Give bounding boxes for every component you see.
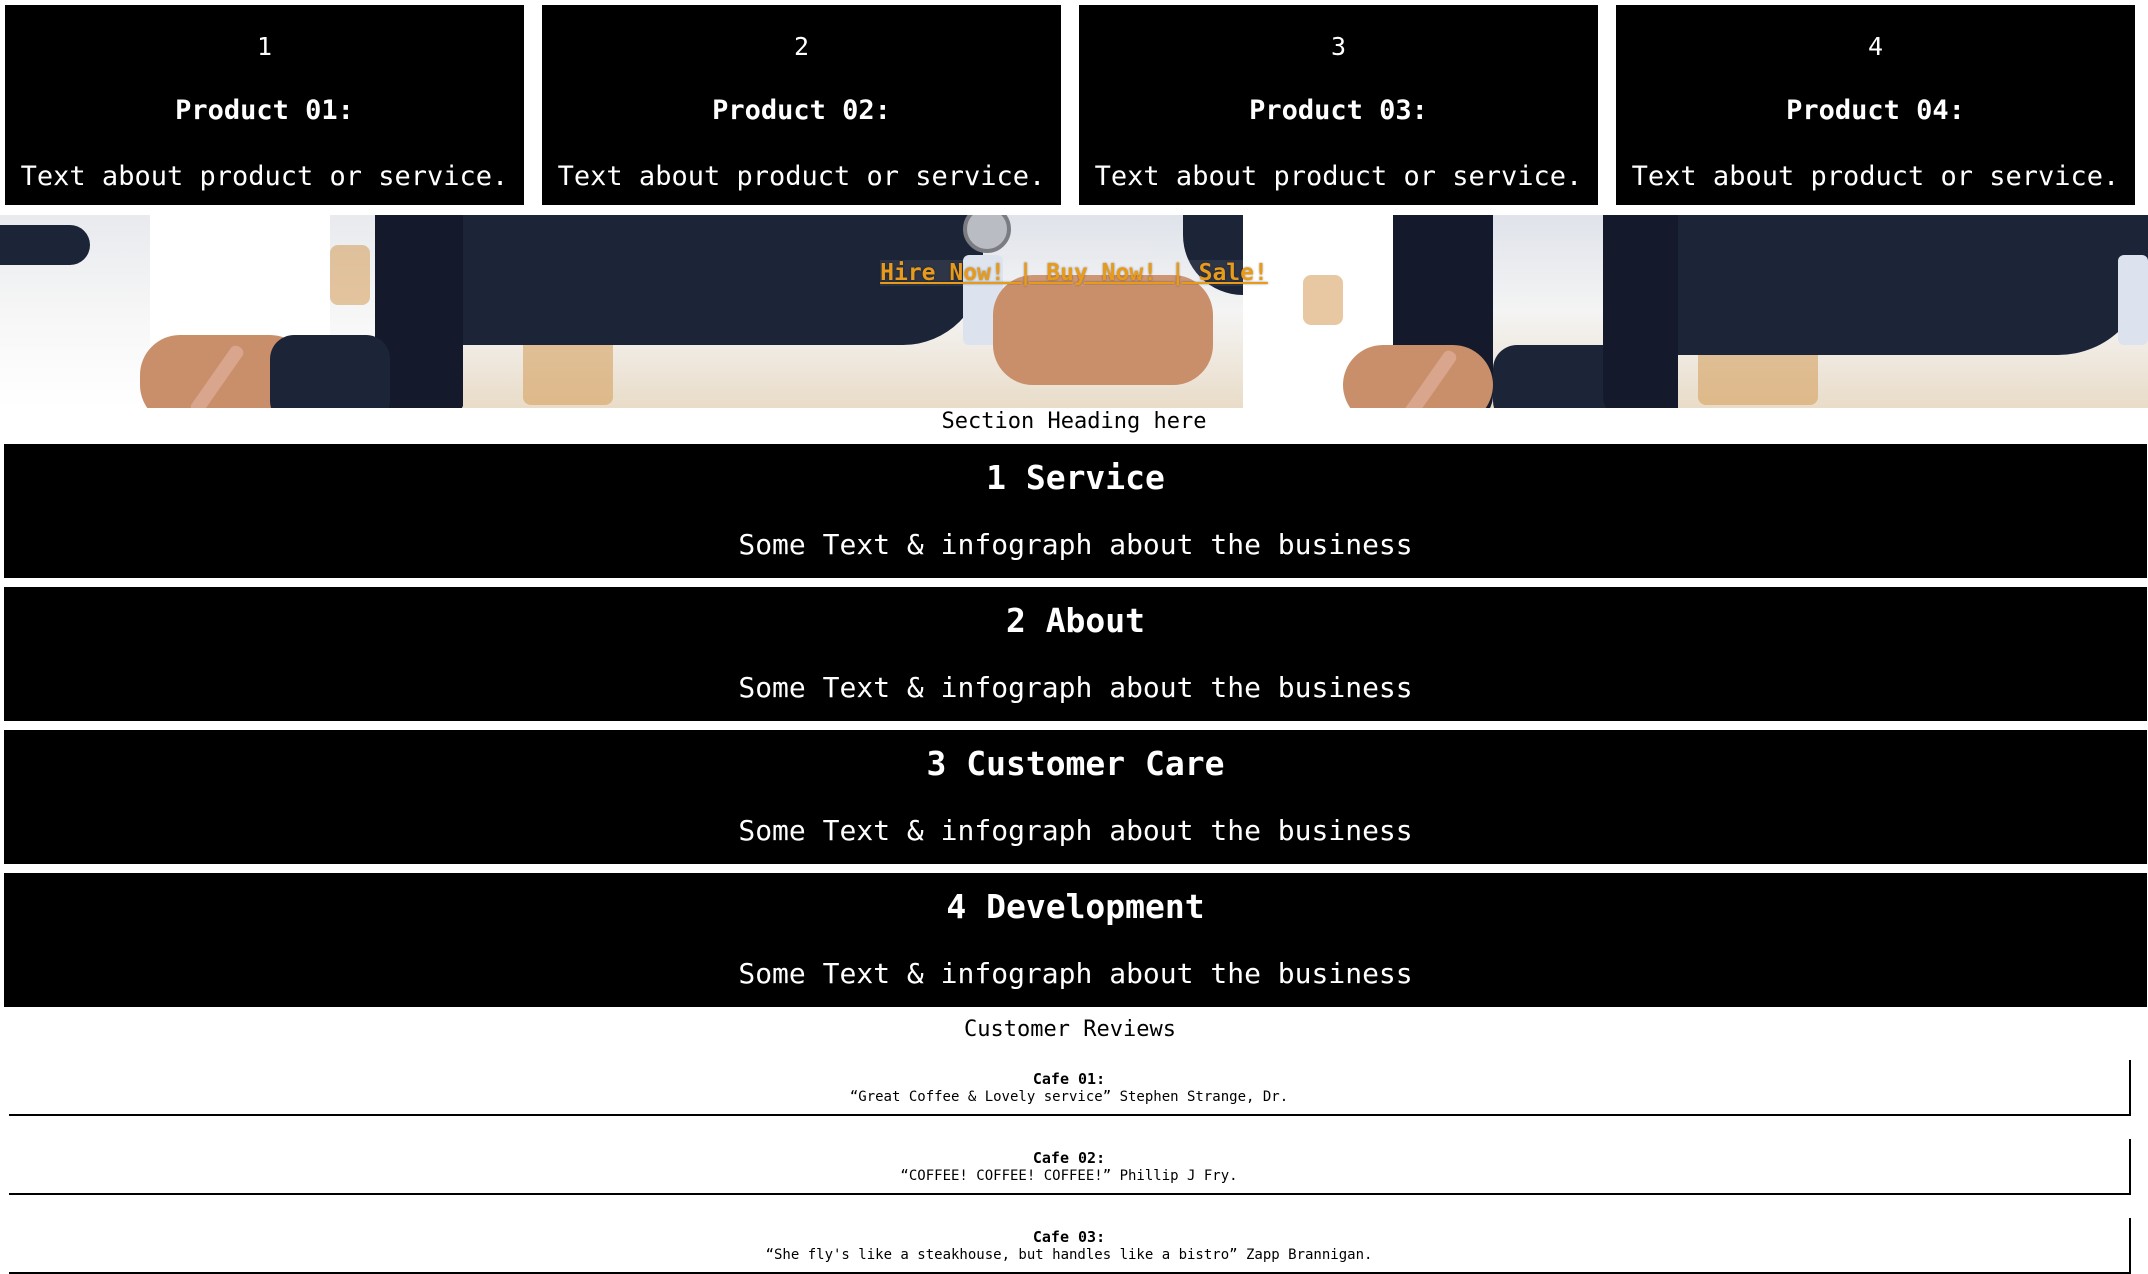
service-title: 1 Service	[986, 458, 1165, 497]
service-block: 3 Customer Care Some Text & infograph ab…	[4, 730, 2147, 864]
hero-image-tile	[463, 215, 1678, 408]
service-block: 1 Service Some Text & infograph about th…	[4, 444, 2147, 578]
product-number: 1	[256, 32, 273, 61]
reviews-heading: Customer Reviews	[964, 1017, 1176, 1042]
service-title: 3 Customer Care	[926, 744, 1225, 783]
product-text: Text about product or service.	[557, 161, 1046, 192]
product-name: Product 02:	[712, 95, 891, 126]
service-title: 2 About	[1005, 601, 1146, 640]
product-card: 2 Product 02: Text about product or serv…	[542, 5, 1061, 205]
product-card: 3 Product 03: Text about product or serv…	[1079, 5, 1598, 205]
product-name: Product 01:	[175, 95, 354, 126]
product-name: Product 04:	[1786, 95, 1965, 126]
product-number: 2	[793, 32, 810, 61]
review-card: Cafe 02: “COFFEE! COFFEE! COFFEE!” Phill…	[9, 1139, 2131, 1195]
product-card: 4 Product 04: Text about product or serv…	[1616, 5, 2135, 205]
service-block: 4 Development Some Text & infograph abou…	[4, 873, 2147, 1007]
product-row: 1 Product 01: Text about product or serv…	[0, 0, 2148, 210]
product-card: 1 Product 01: Text about product or serv…	[5, 5, 524, 205]
review-name: Cafe 02:	[1032, 1149, 1106, 1167]
service-text: Some Text & infograph about the business	[738, 528, 1413, 561]
promo-link-text[interactable]: Hire Now! | Buy Now! | Sale!	[880, 260, 1268, 286]
review-quote: “Great Coffee & Lovely service” Stephen …	[849, 1089, 1289, 1105]
section-heading: Section Heading here	[941, 409, 1207, 434]
product-number: 3	[1330, 32, 1347, 61]
service-text: Some Text & infograph about the business	[738, 957, 1413, 990]
hero-image-tile	[0, 215, 463, 408]
review-card: Cafe 01: “Great Coffee & Lovely service”…	[9, 1060, 2131, 1116]
service-block: 2 About Some Text & infograph about the …	[4, 587, 2147, 721]
product-text: Text about product or service.	[20, 161, 509, 192]
review-quote: “COFFEE! COFFEE! COFFEE!” Phillip J Fry.	[900, 1168, 1238, 1184]
services-list: 1 Service Some Text & infograph about th…	[4, 444, 2147, 1016]
product-name: Product 03:	[1249, 95, 1428, 126]
review-name: Cafe 03:	[1032, 1228, 1106, 1246]
product-text: Text about product or service.	[1631, 161, 2120, 192]
hero-image-tile	[1678, 215, 2148, 408]
service-text: Some Text & infograph about the business	[738, 671, 1413, 704]
promo-link[interactable]: Hire Now! | Buy Now! | Sale!	[0, 260, 2148, 286]
review-quote: “She fly's like a steakhouse, but handle…	[765, 1247, 1373, 1263]
service-text: Some Text & infograph about the business	[738, 814, 1413, 847]
hero-banner: Hire Now! | Buy Now! | Sale!	[0, 215, 2148, 408]
review-card: Cafe 03: “She fly's like a steakhouse, b…	[9, 1218, 2131, 1274]
review-name: Cafe 01:	[1032, 1070, 1106, 1088]
product-number: 4	[1867, 32, 1884, 61]
service-title: 4 Development	[946, 887, 1205, 926]
product-text: Text about product or service.	[1094, 161, 1583, 192]
